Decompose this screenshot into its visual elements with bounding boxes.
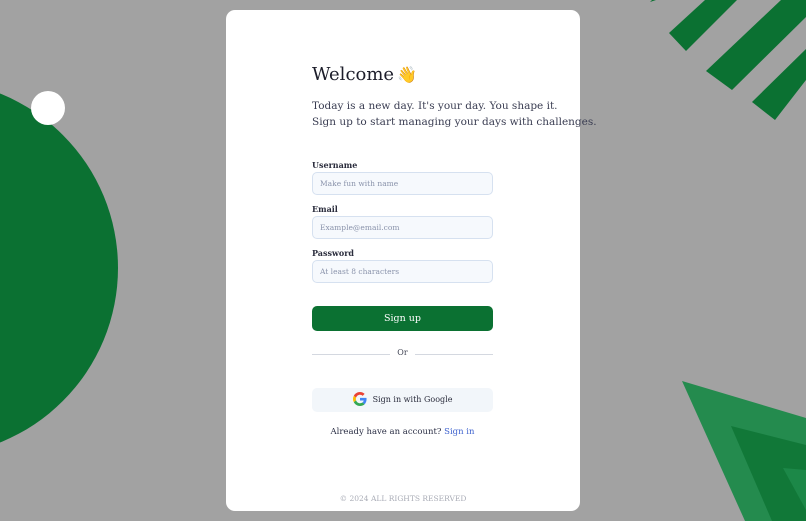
copyright-footer: © 2024 ALL RIGHTS RESERVED: [339, 494, 467, 503]
or-divider: Or: [312, 348, 493, 360]
password-label: Password: [312, 248, 355, 258]
username-input[interactable]: [312, 172, 493, 195]
intro-text: Today is a new day. It's your day. You s…: [312, 98, 597, 130]
signup-button[interactable]: Sign up: [312, 306, 493, 331]
google-signin-content: Sign in with Google: [352, 392, 453, 406]
or-label: Or: [397, 348, 408, 357]
signup-card: Welcome 👋 Today is a new day. It's your d…: [226, 10, 597, 511]
signin-prompt: Already have an account? Sign in: [292, 427, 513, 437]
password-input[interactable]: [312, 260, 493, 283]
page-title: Welcome 👋: [312, 64, 417, 85]
intro-line-1: Today is a new day. It's your day. You s…: [312, 100, 558, 112]
welcome-heading: Welcome: [312, 64, 395, 85]
google-logo-icon: [352, 392, 367, 406]
signin-link[interactable]: Sign in: [444, 427, 474, 437]
email-input[interactable]: [312, 216, 493, 239]
waving-hand-icon: 👋: [397, 65, 418, 84]
username-label: Username: [312, 160, 358, 170]
email-label: Email: [312, 204, 338, 214]
green-stripe-shape: [669, 0, 737, 51]
page: Welcome 👋 Today is a new day. It's your d…: [0, 0, 806, 521]
green-stripe-shape: [650, 0, 656, 2]
google-signin-button[interactable]: Sign in with Google: [312, 388, 493, 412]
signin-prompt-text: Already have an account?: [330, 427, 442, 437]
intro-line-2: Sign up to start managing your days with…: [312, 116, 597, 128]
divider-line: [415, 354, 493, 355]
green-half-circle-shape: [0, 93, 118, 443]
google-signin-label: Sign in with Google: [372, 394, 453, 404]
white-dot-shape: [31, 91, 65, 125]
